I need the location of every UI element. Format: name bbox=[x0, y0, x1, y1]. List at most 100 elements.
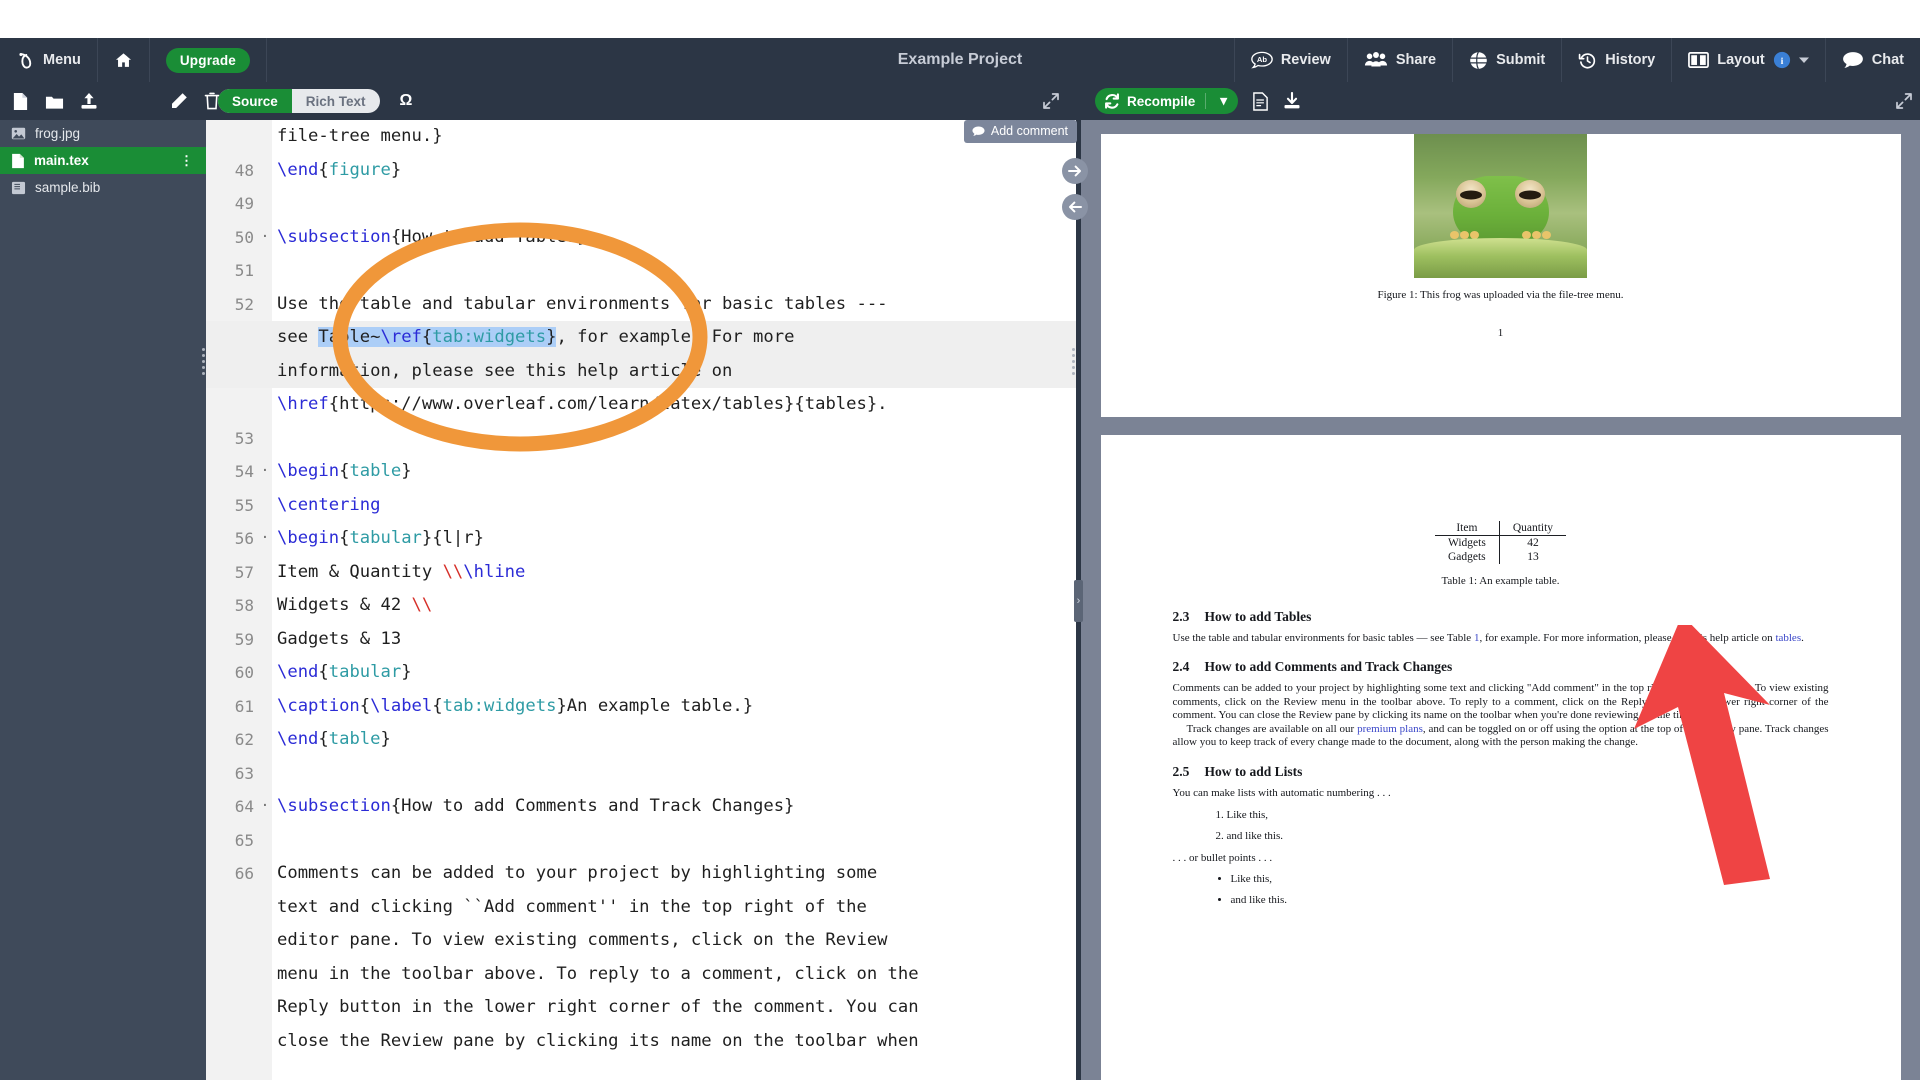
editor-line[interactable]: see Table~\ref{tab:widgets}, for example… bbox=[206, 321, 1081, 355]
editor-line[interactable]: close the Review pane by clicking its na… bbox=[206, 1025, 1081, 1059]
line-text[interactable]: text and clicking ``Add comment'' in the… bbox=[272, 891, 867, 925]
line-text[interactable]: \centering bbox=[272, 489, 380, 523]
editor-line[interactable]: 52 Use the table and tabular environments… bbox=[206, 288, 1081, 322]
file-context-menu-icon[interactable]: ⋮ bbox=[180, 153, 194, 169]
sync-to-code-button[interactable] bbox=[1062, 194, 1088, 220]
symbol-palette-button[interactable]: Ω bbox=[394, 92, 419, 110]
upload-icon[interactable] bbox=[80, 92, 98, 110]
editor-line[interactable]: 62 \end{table} bbox=[206, 723, 1081, 757]
editor-line[interactable]: 49 bbox=[206, 187, 1081, 221]
line-text[interactable] bbox=[272, 824, 287, 858]
fold-marker[interactable]: · bbox=[258, 455, 272, 489]
editor-line[interactable]: 66 Comments can be added to your project … bbox=[206, 857, 1081, 891]
line-text[interactable]: file-tree menu.} bbox=[272, 120, 443, 154]
recompile-options-caret[interactable]: ▾ bbox=[1205, 93, 1238, 109]
editor-line[interactable]: 64 · \subsection{How to add Comments and T… bbox=[206, 790, 1081, 824]
editor-line[interactable]: 65 bbox=[206, 824, 1081, 858]
line-text[interactable]: menu in the toolbar above. To reply to a… bbox=[272, 958, 919, 992]
editor-line[interactable]: Reply button in the lower right corner o… bbox=[206, 991, 1081, 1025]
line-text[interactable]: \href{https://www.overleaf.com/learn/lat… bbox=[272, 388, 888, 422]
line-text[interactable]: \end{figure} bbox=[272, 154, 401, 188]
editor-line[interactable]: information, please see this help articl… bbox=[206, 354, 1081, 389]
line-text[interactable]: Reply button in the lower right corner o… bbox=[272, 991, 919, 1025]
editor-line[interactable]: 53 bbox=[206, 422, 1081, 456]
home-button[interactable] bbox=[98, 38, 150, 82]
new-file-icon[interactable] bbox=[12, 92, 29, 111]
editor-line[interactable]: 54 · \begin{table} bbox=[206, 455, 1081, 489]
line-text[interactable]: close the Review pane by clicking its na… bbox=[272, 1025, 919, 1059]
line-text[interactable]: \begin{tabular}{l|r} bbox=[272, 522, 484, 556]
line-text[interactable]: \end{tabular} bbox=[272, 656, 412, 690]
editor-line[interactable]: 60 \end{tabular} bbox=[206, 656, 1081, 690]
line-text[interactable] bbox=[272, 187, 287, 221]
tab-rich-text[interactable]: Rich Text bbox=[292, 89, 380, 113]
line-text[interactable] bbox=[272, 254, 287, 288]
recompile-button[interactable]: Recompile ▾ bbox=[1095, 88, 1239, 114]
editor-line[interactable]: file-tree menu.} bbox=[206, 120, 1081, 154]
source-richtext-toggle[interactable]: Source Rich Text bbox=[218, 89, 380, 113]
line-text[interactable]: Comments can be added to your project by… bbox=[272, 857, 877, 891]
editor-line[interactable]: \href{https://www.overleaf.com/learn/lat… bbox=[206, 388, 1081, 422]
download-pdf-icon[interactable] bbox=[1283, 92, 1301, 110]
editor-line[interactable]: 58 Widgets & 42 \\ bbox=[206, 589, 1081, 623]
line-text[interactable]: \subsection{How to add Tables} bbox=[272, 221, 587, 255]
editor-line[interactable]: menu in the toolbar above. To reply to a… bbox=[206, 958, 1081, 992]
file-tree-item-main-tex[interactable]: main.tex ⋮ bbox=[0, 147, 206, 174]
line-text[interactable]: Use the table and tabular environments f… bbox=[272, 288, 888, 322]
line-text[interactable]: \begin{table} bbox=[272, 455, 412, 489]
editor-line[interactable]: 63 bbox=[206, 757, 1081, 791]
editor-resize-grip-right-top[interactable] bbox=[1070, 345, 1077, 379]
menu-button[interactable]: Menu bbox=[0, 38, 98, 82]
table-ref-link[interactable]: 1 bbox=[1474, 632, 1480, 644]
file-logs-icon[interactable] bbox=[1252, 91, 1269, 111]
line-text[interactable] bbox=[272, 422, 287, 456]
line-text[interactable]: \end{table} bbox=[272, 723, 391, 757]
editor-resize-grip-right-bottom[interactable] bbox=[1070, 820, 1077, 854]
chat-button[interactable]: Chat bbox=[1824, 38, 1920, 82]
line-text[interactable]: \caption{\label{tab:widgets}An example t… bbox=[272, 690, 753, 724]
line-text[interactable]: \subsection{How to add Comments and Trac… bbox=[272, 790, 794, 824]
editor-expand-icon[interactable] bbox=[1043, 93, 1059, 109]
editor-code-lines[interactable]: file-tree menu.} 48 \end{figure} 49 50 · \sub… bbox=[206, 120, 1081, 1080]
file-tree-item-sample-bib[interactable]: sample.bib bbox=[0, 174, 206, 201]
history-button[interactable]: History bbox=[1561, 38, 1671, 82]
line-text[interactable]: Gadgets & 13 bbox=[272, 623, 401, 657]
editor-line[interactable]: editor pane. To view existing comments, … bbox=[206, 924, 1081, 958]
editor-line[interactable]: 48 \end{figure} bbox=[206, 154, 1081, 188]
line-text[interactable]: Item & Quantity \\\hline bbox=[272, 556, 525, 590]
editor-line[interactable]: 57 Item & Quantity \\\hline bbox=[206, 556, 1081, 590]
pdf-expand-icon[interactable] bbox=[1896, 93, 1912, 109]
tab-source[interactable]: Source bbox=[218, 89, 292, 113]
sync-to-pdf-button[interactable] bbox=[1062, 158, 1088, 184]
editor-line[interactable]: 55 \centering bbox=[206, 489, 1081, 523]
editor-line[interactable]: 50 · \subsection{How to add Tables} bbox=[206, 221, 1081, 255]
editor-line[interactable]: text and clicking ``Add comment'' in the… bbox=[206, 891, 1081, 925]
file-tree-item-frog[interactable]: frog.jpg bbox=[0, 120, 206, 147]
tables-help-link[interactable]: tables bbox=[1775, 632, 1801, 644]
editor-line[interactable]: 59 Gadgets & 13 bbox=[206, 623, 1081, 657]
add-comment-button[interactable]: Add comment bbox=[963, 120, 1077, 143]
code-editor-pane[interactable]: Add comment file-tree menu.} 48 \end{figur… bbox=[206, 120, 1081, 1080]
editor-resize-grip-left-top[interactable] bbox=[200, 345, 207, 379]
pdf-preview-pane[interactable]: Figure 1: This frog was uploaded via the… bbox=[1081, 120, 1920, 1080]
review-button[interactable]: Ab Review bbox=[1233, 38, 1347, 82]
pencil-icon[interactable] bbox=[170, 92, 188, 110]
line-text[interactable]: information, please see this help articl… bbox=[272, 355, 732, 389]
pane-splitter-handle[interactable]: › bbox=[1074, 580, 1083, 622]
line-text[interactable]: see Table~\ref{tab:widgets}, for example… bbox=[272, 321, 794, 355]
line-text[interactable] bbox=[272, 757, 287, 791]
editor-line[interactable]: 61 \caption{\label{tab:widgets}An example… bbox=[206, 690, 1081, 724]
editor-line[interactable]: 51 bbox=[206, 254, 1081, 288]
fold-marker[interactable]: · bbox=[258, 790, 272, 824]
editor-resize-grip-left-bottom[interactable] bbox=[200, 820, 207, 854]
editor-line[interactable]: 56 · \begin{tabular}{l|r} bbox=[206, 522, 1081, 556]
layout-button[interactable]: Layout i bbox=[1671, 38, 1825, 82]
new-folder-icon[interactable] bbox=[45, 93, 64, 110]
line-text[interactable]: Widgets & 42 \\ bbox=[272, 589, 432, 623]
submit-button[interactable]: Submit bbox=[1452, 38, 1561, 82]
share-button[interactable]: Share bbox=[1346, 38, 1452, 82]
fold-marker[interactable]: · bbox=[258, 522, 272, 556]
fold-marker[interactable]: · bbox=[258, 221, 272, 255]
premium-plans-link[interactable]: premium plans bbox=[1357, 723, 1423, 735]
line-text[interactable]: editor pane. To view existing comments, … bbox=[272, 924, 888, 958]
